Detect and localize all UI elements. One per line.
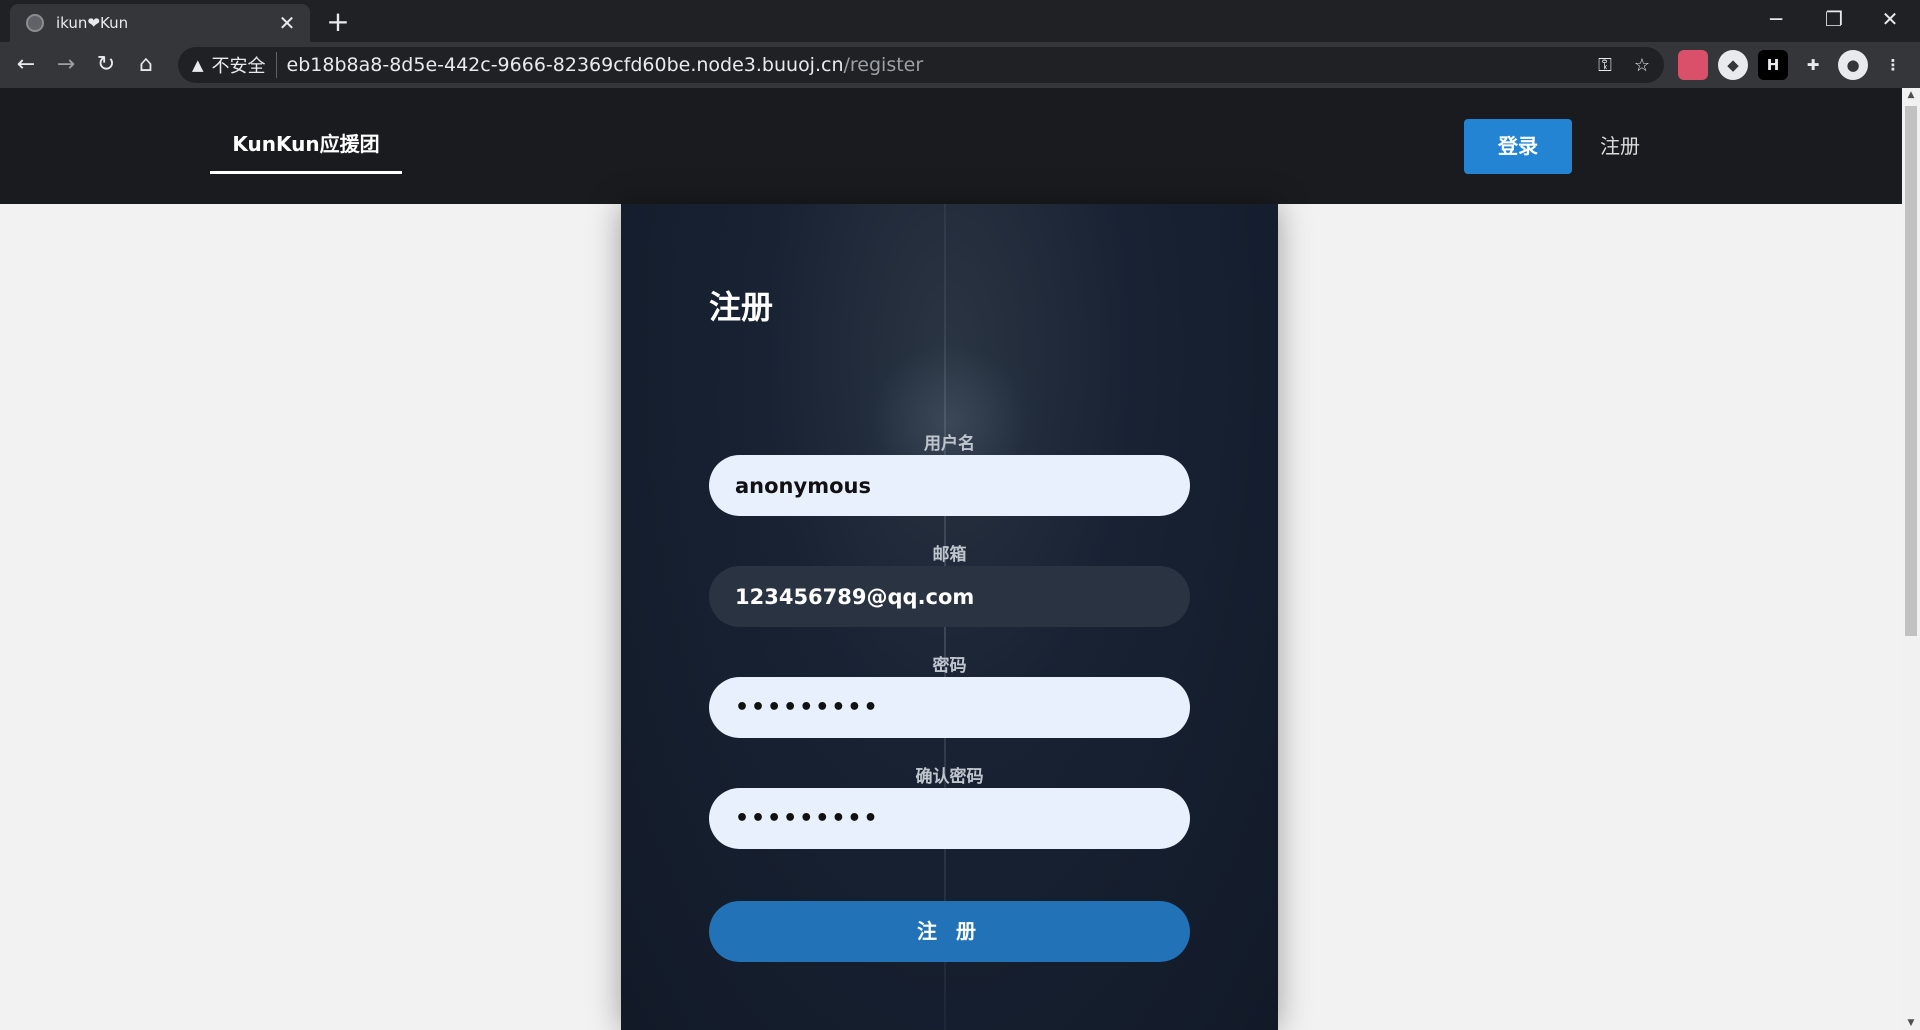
forward-icon[interactable]: → xyxy=(46,45,86,85)
fox-extension-icon[interactable]: ◆ xyxy=(1718,50,1748,80)
browser-tabbar: ikun❤Kun ✕ + ─ ❐ ✕ xyxy=(0,0,1920,42)
login-button[interactable]: 登录 xyxy=(1464,119,1572,174)
key-icon[interactable]: ⚿ xyxy=(1598,55,1612,76)
email-input[interactable]: 123456789@qq.com xyxy=(709,566,1190,627)
password-input[interactable]: ••••••••• xyxy=(709,677,1190,738)
back-icon[interactable]: ← xyxy=(6,45,46,85)
email-label: 邮箱 xyxy=(932,545,967,565)
puzzle-icon[interactable]: ✚ xyxy=(1798,50,1828,80)
brand-link[interactable]: KunKun应援团 xyxy=(210,124,402,174)
url-path: /register xyxy=(843,54,924,76)
register-link[interactable]: 注册 xyxy=(1600,130,1640,159)
scroll-up-icon[interactable]: ▲ xyxy=(1902,90,1920,100)
page-scrollbar[interactable]: ▲ ▼ xyxy=(1902,88,1920,1030)
username-input[interactable]: anonymous xyxy=(709,455,1190,516)
restore-button[interactable]: ❐ xyxy=(1806,0,1862,38)
new-tab-button[interactable]: + xyxy=(322,6,354,38)
profile-icon[interactable]: ● xyxy=(1838,50,1868,80)
form-title: 注册 xyxy=(709,288,774,326)
home-icon[interactable]: ⌂ xyxy=(126,45,166,85)
register-submit-button[interactable]: 注 册 xyxy=(709,901,1190,962)
confirm-password-label: 确认密码 xyxy=(915,767,984,787)
h-extension-icon[interactable]: H xyxy=(1758,50,1788,80)
minimize-button[interactable]: ─ xyxy=(1748,0,1804,38)
close-window-button[interactable]: ✕ xyxy=(1862,0,1918,38)
warning-icon: ▲ xyxy=(192,56,204,74)
scroll-down-icon[interactable]: ▼ xyxy=(1902,1018,1920,1028)
username-label: 用户名 xyxy=(924,434,975,454)
address-bar[interactable]: ▲ 不安全 eb18b8a8-8d5e-442c-9666-82369cfd60… xyxy=(178,47,1664,83)
colorful-extension-icon[interactable] xyxy=(1678,50,1708,80)
page-content: KunKun应援团 登录 注册 注册 用户名 anonymous 邮箱 1234… xyxy=(0,88,1902,1030)
register-card: 注册 用户名 anonymous 邮箱 123456789@qq.com 密码 … xyxy=(621,204,1278,1030)
browser-toolbar: ← → ↻ ⌂ ▲ 不安全 eb18b8a8-8d5e-442c-9666-82… xyxy=(0,42,1920,88)
reload-icon[interactable]: ↻ xyxy=(86,45,126,85)
tab-title: ikun❤Kun xyxy=(56,14,129,32)
tab-close-icon[interactable]: ✕ xyxy=(276,11,298,35)
insecure-label[interactable]: 不安全 xyxy=(212,52,277,78)
site-navbar: KunKun应援团 登录 注册 xyxy=(0,88,1902,204)
menu-icon[interactable]: ⋮ xyxy=(1878,50,1908,80)
scrollbar-thumb[interactable] xyxy=(1905,106,1917,636)
password-label: 密码 xyxy=(932,656,967,676)
browser-tab[interactable]: ikun❤Kun ✕ xyxy=(10,4,310,42)
star-icon[interactable]: ☆ xyxy=(1634,55,1650,76)
globe-icon xyxy=(26,14,44,32)
confirm-password-input[interactable]: ••••••••• xyxy=(709,788,1190,849)
url-host: eb18b8a8-8d5e-442c-9666-82369cfd60be.nod… xyxy=(286,54,844,76)
